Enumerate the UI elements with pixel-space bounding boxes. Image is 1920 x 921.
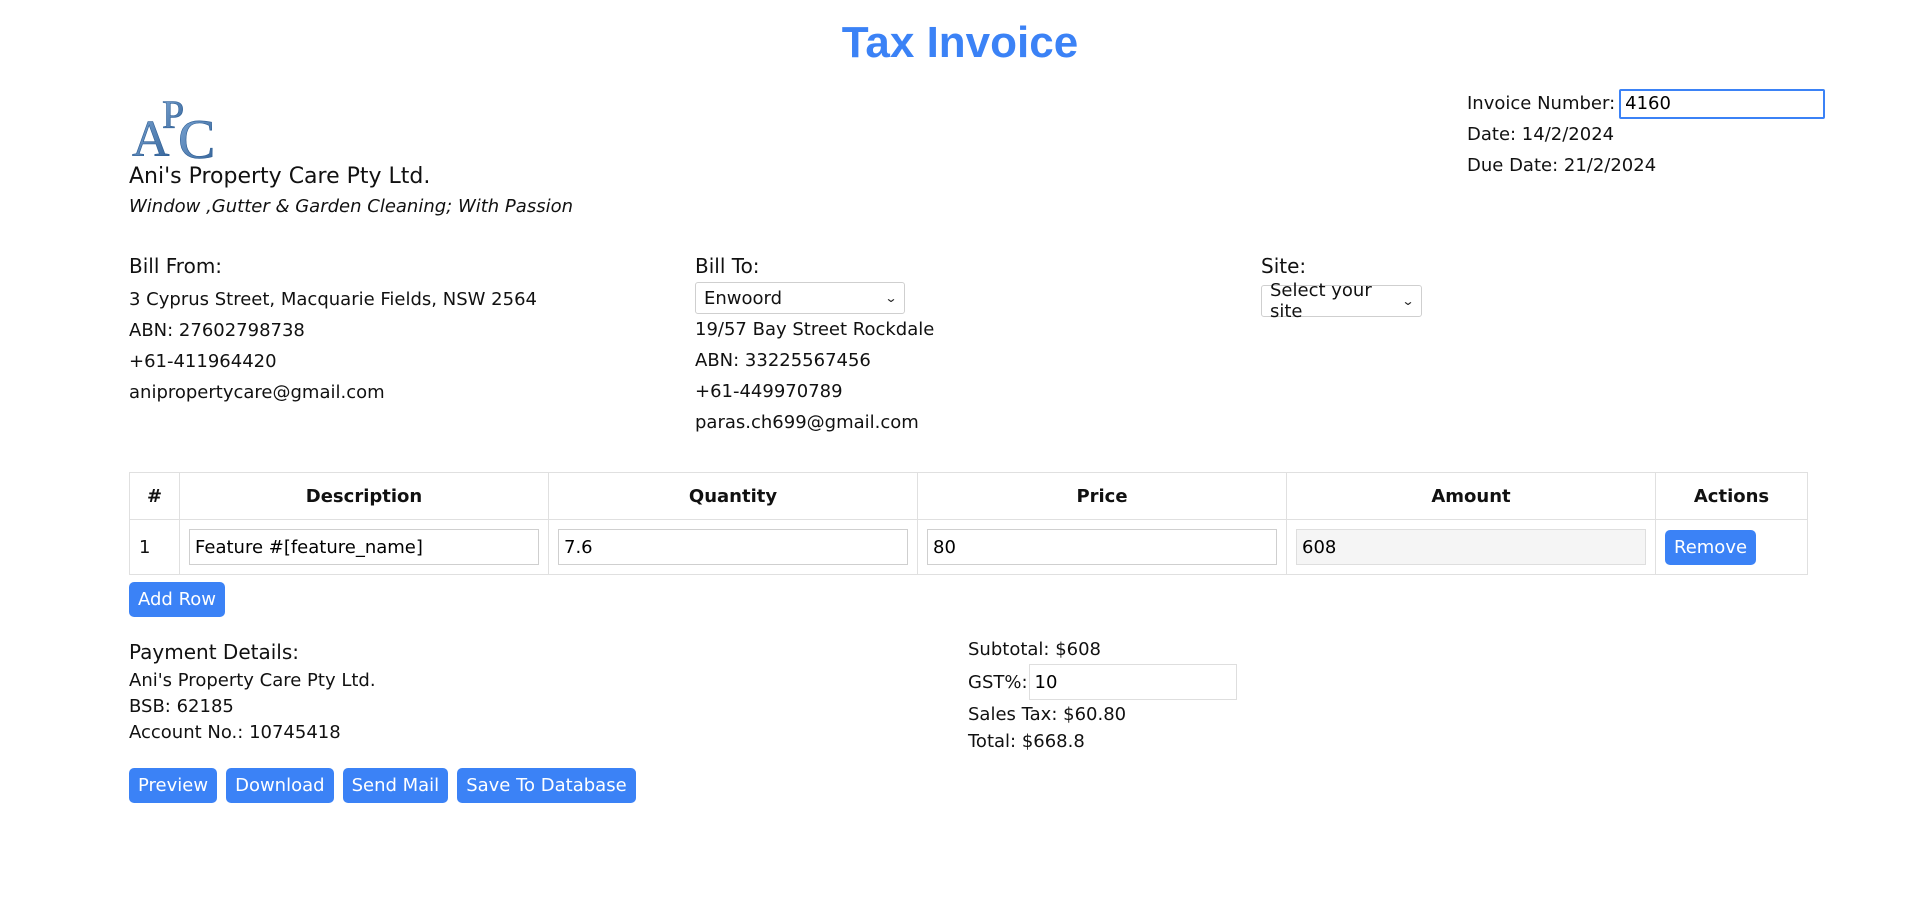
invoice-due-date: Due Date: 21/2/2024 [1467,155,1657,176]
column-header-quantity: Quantity [548,472,918,520]
invoice-number-label: Invoice Number: [1467,93,1616,114]
bill-from-abn: ABN: 27602798738 [129,320,305,341]
site-section: Site: Select your site ⌄ [1261,254,1422,322]
bill-from-section: Bill From: 3 Cyprus Street, Macquarie Fi… [129,254,537,408]
bill-to-selected: Enwoord [704,287,783,309]
chevron-down-icon: ⌄ [1401,294,1415,308]
column-header-price: Price [917,472,1287,520]
column-header-actions: Actions [1655,472,1808,520]
invoice-number-input[interactable] [1619,88,1826,119]
company-logo: A P C [130,86,226,172]
bill-to-heading: Bill To: [695,254,760,278]
invoice-date: Date: 14/2/2024 [1467,124,1615,145]
svg-text:C: C [178,109,215,162]
invoice-number-row: Invoice Number: [1467,88,1826,119]
bill-from-phone: +61-411964420 [129,351,277,372]
amount-field [1296,529,1646,565]
bill-to-select[interactable]: Enwoord ⌄ [695,282,905,314]
payment-details: Payment Details: Ani's Property Care Pty… [129,640,376,746]
bill-to-phone: +61-449970789 [695,381,843,402]
quantity-input[interactable] [558,529,908,565]
send-mail-button[interactable]: Send Mail [342,768,449,803]
company-name: Ani's Property Care Pty Ltd. [129,164,431,189]
total: Total: $668.8 [968,731,1085,752]
bill-to-abn: ABN: 33225567456 [695,350,871,371]
subtotal: Subtotal: $608 [968,639,1102,660]
action-buttons: Preview Download Send Mail Save To Datab… [129,768,636,803]
table-header-row: # Description Quantity Price Amount Acti… [129,472,1808,520]
bill-to-email: paras.ch699@gmail.com [695,412,919,433]
actions-cell: Remove [1655,519,1808,575]
save-to-database-button[interactable]: Save To Database [457,768,636,803]
description-input[interactable] [189,529,539,565]
column-header-amount: Amount [1286,472,1656,520]
payment-heading: Payment Details: [129,640,299,664]
payment-account-no: Account No.: 10745418 [129,722,341,743]
bill-from-email: anipropertycare@gmail.com [129,382,385,403]
bill-to-section: Bill To: Enwoord ⌄ 19/57 Bay Street Rock… [695,254,934,438]
site-selected: Select your site [1270,280,1372,322]
site-heading: Site: [1261,254,1307,278]
sales-tax: Sales Tax: $60.80 [968,704,1127,725]
gst-label: GST%: [968,671,1028,693]
company-tagline: Window ,Gutter & Garden Cleaning; With P… [129,196,573,217]
table-row: 1 Remove [129,519,1808,575]
page-title: Tax Invoice [841,18,1079,67]
payment-bsb: BSB: 62185 [129,696,234,717]
amount-cell [1286,519,1656,575]
quantity-cell [548,519,918,575]
bill-to-address: 19/57 Bay Street Rockdale [695,319,935,340]
download-button[interactable]: Download [226,768,334,803]
description-cell [179,519,549,575]
price-cell [917,519,1287,575]
payment-account-name: Ani's Property Care Pty Ltd. [129,670,376,691]
column-header-description: Description [179,472,549,520]
preview-button[interactable]: Preview [129,768,218,803]
site-select[interactable]: Select your site ⌄ [1261,280,1422,322]
invoice-meta: Invoice Number: Date: 14/2/2024 Due Date… [1467,88,1826,181]
column-header-index: # [129,472,180,520]
remove-row-button[interactable]: Remove [1665,529,1757,565]
totals-section: Subtotal: $608 GST%: Sales Tax: $60.80 T… [968,636,1237,755]
line-items-table: # Description Quantity Price Amount Acti… [129,472,1808,575]
add-row-button[interactable]: Add Row [129,582,226,617]
bill-from-address: 3 Cyprus Street, Macquarie Fields, NSW 2… [129,289,537,310]
row-index: 1 [129,519,180,575]
price-input[interactable] [927,529,1277,565]
gst-row: GST%: [968,663,1237,701]
bill-from-heading: Bill From: [129,254,223,278]
chevron-down-icon: ⌄ [884,291,898,305]
gst-input[interactable] [1028,664,1237,700]
